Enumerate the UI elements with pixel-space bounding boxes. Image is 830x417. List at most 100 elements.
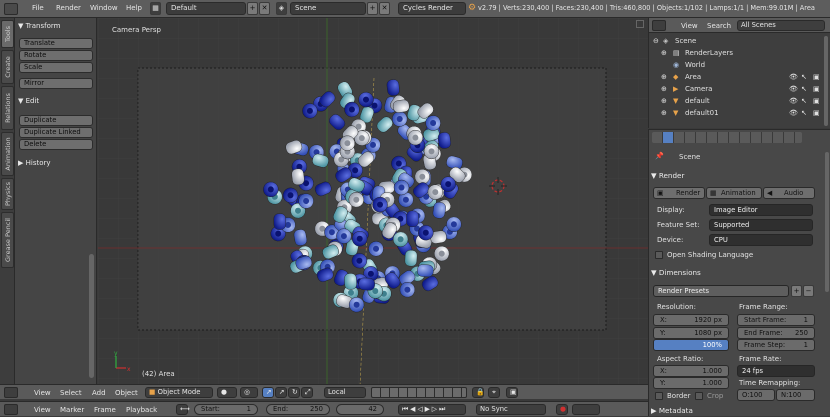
outliner-item-default01[interactable]: ⊕ ▼ default01 👁 ↖ ▣ bbox=[649, 107, 823, 119]
visibility-eye-icon[interactable]: 👁 bbox=[789, 95, 798, 107]
outliner-scrollbar[interactable] bbox=[824, 36, 828, 126]
translate-button[interactable]: Translate bbox=[19, 38, 93, 49]
render-preview-button[interactable]: ▣ bbox=[506, 387, 518, 398]
remove-layout-button[interactable]: ✕ bbox=[259, 2, 270, 15]
frame-rate-select[interactable]: 24 fps bbox=[737, 365, 815, 377]
feature-set-select[interactable]: Supported bbox=[709, 219, 813, 231]
menu-playback[interactable]: Playback bbox=[126, 406, 157, 414]
render-presets-select[interactable]: Render Presets bbox=[653, 285, 789, 297]
visibility-eye-icon[interactable]: 👁 bbox=[789, 71, 798, 83]
end-frame-field[interactable]: End: 250 bbox=[266, 404, 330, 415]
record-button[interactable]: ● bbox=[556, 404, 568, 415]
add-preset-button[interactable]: + bbox=[791, 285, 802, 297]
remove-preset-button[interactable]: − bbox=[803, 285, 814, 297]
resolution-percentage-field[interactable]: 100% bbox=[653, 339, 729, 351]
start-frame-field[interactable]: Start: 1 bbox=[194, 404, 258, 415]
selectability-icon[interactable]: ↖ bbox=[801, 107, 807, 119]
duplicate-linked-button[interactable]: Duplicate Linked bbox=[19, 127, 93, 138]
selectability-icon[interactable]: ↖ bbox=[801, 71, 807, 83]
render-camera-icon[interactable]: ▣ bbox=[813, 71, 820, 83]
preview-range-toggle[interactable]: ⟷ bbox=[176, 404, 190, 415]
osl-checkbox[interactable] bbox=[655, 251, 663, 259]
remap-new-field[interactable]: N:100 bbox=[776, 389, 815, 401]
editor-type-icon[interactable] bbox=[4, 387, 18, 398]
outliner-item-renderlayers[interactable]: ⊕ ▤ RenderLayers bbox=[649, 47, 823, 59]
pivot-point-select[interactable]: ◎ bbox=[240, 387, 258, 398]
render-context-tab[interactable] bbox=[663, 132, 673, 143]
visibility-eye-icon[interactable]: 👁 bbox=[789, 83, 798, 95]
start-frame-field[interactable]: Start Frame: 1 bbox=[737, 314, 815, 326]
aspect-x-field[interactable]: X: 1.000 bbox=[653, 365, 729, 377]
mirror-button[interactable]: Mirror bbox=[19, 78, 93, 89]
display-mode-select[interactable]: All Scenes bbox=[737, 20, 825, 31]
outliner-item-scene[interactable]: ⊖ ◈ Scene bbox=[649, 35, 823, 47]
border-checkbox[interactable] bbox=[655, 392, 663, 400]
sync-mode-select[interactable]: No Sync bbox=[476, 404, 546, 415]
resolution-x-field[interactable]: X: 1920 px bbox=[653, 314, 729, 326]
menu-frame[interactable]: Frame bbox=[94, 406, 116, 414]
render-engine-select[interactable]: Cycles Render bbox=[398, 2, 466, 15]
manipulator-toggle[interactable]: ↗ bbox=[262, 387, 274, 398]
menu-marker[interactable]: Marker bbox=[60, 406, 84, 414]
viewport-shading-select[interactable]: ● bbox=[217, 387, 237, 398]
render-panel-header[interactable]: ▼ Render bbox=[651, 170, 821, 182]
end-frame-field[interactable]: End Frame: 250 bbox=[737, 327, 815, 339]
scale-button[interactable]: Scale bbox=[19, 62, 93, 73]
current-frame-field[interactable]: 42 bbox=[336, 404, 384, 415]
edit-panel-header[interactable]: ▼ Edit bbox=[18, 95, 94, 107]
menu-select[interactable]: Select bbox=[60, 389, 82, 397]
tab-physics[interactable]: Physics bbox=[1, 178, 14, 210]
tab-grease-pencil[interactable]: Grease Pencil bbox=[1, 212, 14, 268]
3d-viewport[interactable]: x y Camera Persp (42) Area bbox=[98, 18, 648, 386]
render-camera-icon[interactable]: ▣ bbox=[813, 107, 820, 119]
add-scene-button[interactable]: + bbox=[367, 2, 378, 15]
tab-relations[interactable]: Relations bbox=[1, 86, 14, 130]
menu-help[interactable]: Help bbox=[126, 4, 142, 12]
interaction-mode-select[interactable]: ■ Object Mode bbox=[145, 387, 213, 398]
outliner-item-default[interactable]: ⊕ ▼ default 👁 ↖ ▣ bbox=[649, 95, 823, 107]
rotate-button[interactable]: Rotate bbox=[19, 50, 93, 61]
editor-type-icon[interactable] bbox=[4, 404, 18, 415]
lock-layers-icon[interactable]: 🔒 bbox=[472, 387, 484, 398]
scene-icon[interactable]: ◈ bbox=[276, 2, 287, 15]
animation-button[interactable]: ▦ Animation bbox=[706, 187, 762, 199]
metadata-panel-header[interactable]: ▶ Metadata bbox=[651, 405, 821, 417]
scene-select[interactable]: Scene bbox=[290, 2, 366, 15]
menu-add[interactable]: Add bbox=[92, 389, 106, 397]
menu-object[interactable]: Object bbox=[115, 389, 138, 397]
remap-old-field[interactable]: O:100 bbox=[737, 389, 775, 401]
properties-scrollbar[interactable] bbox=[825, 152, 829, 292]
playback-controls[interactable]: ⏮◀◁▶▷⏭ bbox=[398, 404, 466, 415]
snap-toggle[interactable]: ⌖ bbox=[488, 387, 500, 398]
render-camera-icon[interactable]: ▣ bbox=[813, 95, 820, 107]
transform-orientation-select[interactable]: Local bbox=[324, 387, 366, 398]
scale-manipulator[interactable]: ⤢ bbox=[301, 387, 313, 398]
display-select[interactable]: Image Editor bbox=[709, 204, 813, 216]
menu-file[interactable]: File bbox=[32, 4, 44, 12]
tab-animation[interactable]: Animation bbox=[1, 132, 14, 176]
translate-manipulator[interactable]: ↗ bbox=[275, 387, 287, 398]
outliner-item-world[interactable]: ◉ World bbox=[649, 59, 823, 71]
selectability-icon[interactable]: ↖ bbox=[801, 95, 807, 107]
tab-tools[interactable]: Tools bbox=[1, 20, 14, 48]
render-camera-icon[interactable]: ▣ bbox=[813, 83, 820, 95]
menu-view[interactable]: View bbox=[681, 22, 698, 30]
screen-layout-icon[interactable]: ▦ bbox=[150, 2, 161, 15]
resolution-y-field[interactable]: Y: 1080 px bbox=[653, 327, 729, 339]
rotate-manipulator[interactable]: ↻ bbox=[288, 387, 300, 398]
properties-context-tabs[interactable] bbox=[652, 132, 802, 143]
menu-view[interactable]: View bbox=[34, 406, 51, 414]
layer-buttons[interactable] bbox=[371, 387, 467, 398]
tab-create[interactable]: Create bbox=[1, 50, 14, 84]
menu-view[interactable]: View bbox=[34, 389, 51, 397]
screen-layout-select[interactable]: Default bbox=[166, 2, 246, 15]
dimensions-panel-header[interactable]: ▼ Dimensions bbox=[651, 267, 821, 279]
region-toggle-icon[interactable] bbox=[636, 20, 644, 28]
menu-render[interactable]: Render bbox=[56, 4, 81, 12]
transform-panel-header[interactable]: ▼ Transform bbox=[18, 20, 94, 32]
menu-window[interactable]: Window bbox=[90, 4, 118, 12]
outliner-item-camera[interactable]: ⊕ ▶ Camera 👁 ↖ ▣ bbox=[649, 83, 823, 95]
editor-type-icon[interactable] bbox=[652, 20, 666, 31]
frame-step-field[interactable]: Frame Step: 1 bbox=[737, 339, 815, 351]
editor-type-icon[interactable] bbox=[4, 3, 18, 15]
